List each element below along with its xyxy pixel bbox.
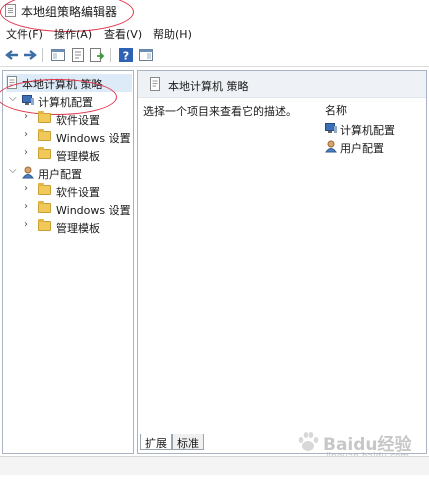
tab-standard[interactable]: 标准 bbox=[172, 434, 204, 450]
toolbar: ? bbox=[0, 44, 429, 67]
folder-icon bbox=[38, 147, 51, 159]
tab-extended[interactable]: 扩展 bbox=[140, 434, 172, 450]
window-title: 本地组策略编辑器 bbox=[21, 5, 118, 19]
chevron-right-icon[interactable]: › bbox=[24, 219, 28, 230]
expand-chevron-icon[interactable]: ⌵ bbox=[9, 165, 17, 176]
tree-label: Windows 设置 bbox=[56, 132, 131, 145]
toolbar-separator bbox=[110, 48, 111, 62]
show-hide-pane-icon[interactable] bbox=[138, 47, 154, 63]
details-pane: 本地计算机 策略 选择一个项目来查看它的描述。 名称 计算机配置 用户配置 bbox=[137, 70, 427, 454]
chevron-right-icon[interactable]: › bbox=[24, 201, 28, 212]
tree-label-root: 本地计算机 策略 bbox=[22, 78, 103, 91]
computer-config-icon bbox=[22, 95, 34, 105]
forward-arrow-icon[interactable] bbox=[22, 47, 38, 63]
policy-document-icon bbox=[150, 77, 160, 91]
description-text: 选择一个项目来查看它的描述。 bbox=[143, 105, 297, 118]
column-header-name[interactable]: 名称 bbox=[325, 102, 347, 118]
tree-item-user-windows[interactable]: › Windows 设置 bbox=[6, 200, 132, 218]
status-bar bbox=[0, 456, 429, 475]
tree-label: 管理模板 bbox=[56, 222, 100, 235]
svg-text:?: ? bbox=[123, 50, 129, 63]
menu-bar: 文件(F) 操作(A) 查看(V) 帮助(H) bbox=[0, 24, 429, 42]
chevron-right-icon[interactable]: › bbox=[24, 111, 28, 122]
folder-icon bbox=[38, 219, 51, 231]
expand-chevron-icon[interactable]: ⌵ bbox=[9, 93, 17, 104]
details-title: 本地计算机 策略 bbox=[168, 80, 249, 93]
tree-item-root[interactable]: 本地计算机 策略 bbox=[6, 74, 132, 92]
tree-item-user-software[interactable]: › 软件设置 bbox=[6, 182, 132, 200]
details-header: 本地计算机 策略 bbox=[138, 71, 426, 98]
menu-help[interactable]: 帮助(H) bbox=[153, 26, 192, 42]
toolbar-separator bbox=[42, 48, 43, 62]
help-icon[interactable]: ? bbox=[118, 47, 134, 63]
policy-document-icon bbox=[7, 76, 17, 89]
user-config-icon bbox=[22, 166, 34, 179]
menu-view[interactable]: 查看(V) bbox=[104, 26, 142, 42]
console-tree-icon[interactable] bbox=[50, 47, 66, 63]
tree-item-computer-software[interactable]: › 软件设置 bbox=[6, 110, 132, 128]
tree-item-user-config[interactable]: ⌵ 用户配置 bbox=[6, 164, 132, 182]
back-arrow-icon[interactable] bbox=[4, 47, 20, 63]
menu-file[interactable]: 文件(F) bbox=[6, 26, 43, 42]
tree-item-computer-config[interactable]: ⌵ 计算机配置 bbox=[6, 92, 132, 110]
tree-label-computer-config: 计算机配置 bbox=[38, 96, 93, 109]
properties-icon[interactable] bbox=[70, 47, 86, 63]
tree-item-computer-admin-templates[interactable]: › 管理模板 bbox=[6, 146, 132, 164]
export-list-icon[interactable] bbox=[89, 47, 105, 63]
chevron-right-icon[interactable]: › bbox=[24, 147, 28, 158]
menu-action[interactable]: 操作(A) bbox=[54, 26, 92, 42]
policy-document-icon bbox=[5, 4, 16, 17]
chevron-right-icon[interactable]: › bbox=[24, 129, 28, 140]
user-config-icon bbox=[325, 140, 337, 153]
tree-item-user-admin-templates[interactable]: › 管理模板 bbox=[6, 218, 132, 236]
folder-icon bbox=[38, 111, 51, 123]
tree-label: 软件设置 bbox=[56, 186, 100, 199]
tree-label: 管理模板 bbox=[56, 150, 100, 163]
console-tree-pane: 本地计算机 策略 ⌵ 计算机配置 › 软件设置 › Windows 设置 › 管… bbox=[0, 70, 134, 454]
list-item-computer-config[interactable]: 计算机配置 bbox=[325, 121, 421, 137]
list-item-label: 用户配置 bbox=[340, 142, 384, 155]
baidu-paw-logo bbox=[298, 432, 319, 451]
tree-label-user-config: 用户配置 bbox=[38, 168, 82, 181]
list-item-label: 计算机配置 bbox=[340, 124, 395, 137]
folder-icon bbox=[38, 129, 51, 141]
folder-icon bbox=[38, 183, 51, 195]
chevron-right-icon[interactable]: › bbox=[24, 183, 28, 194]
list-item-user-config[interactable]: 用户配置 bbox=[325, 139, 421, 155]
tree-label: Windows 设置 bbox=[56, 204, 131, 217]
tree-item-computer-windows[interactable]: › Windows 设置 bbox=[6, 128, 132, 146]
title-bar: 本地组策略编辑器 bbox=[0, 0, 429, 22]
folder-icon bbox=[38, 201, 51, 213]
computer-config-icon bbox=[325, 123, 337, 133]
tree-label: 软件设置 bbox=[56, 114, 100, 127]
